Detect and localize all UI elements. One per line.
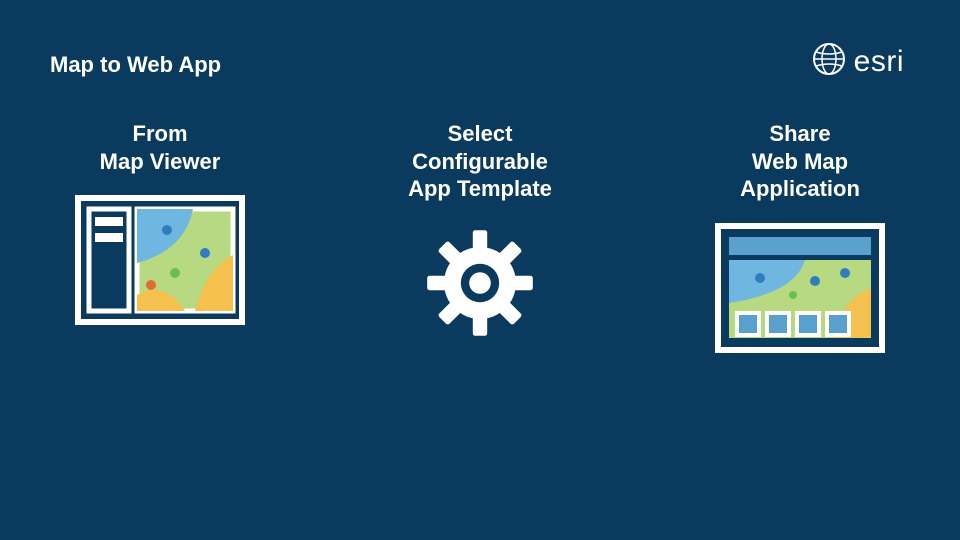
column-share-application: Share Web Map Application <box>650 120 950 358</box>
globe-icon <box>812 42 846 81</box>
web-app-icon <box>715 223 885 358</box>
slide: Map to Web App esri From Map Viewer <box>0 0 960 540</box>
column-title: Share Web Map Application <box>650 120 950 203</box>
slide-title: Map to Web App <box>50 52 221 78</box>
column-title: From Map Viewer <box>10 120 310 175</box>
brand-text: esri <box>854 45 904 79</box>
column-from-map-viewer: From Map Viewer <box>10 120 310 358</box>
brand-logo: esri <box>812 42 904 81</box>
workflow-columns: From Map Viewer <box>0 120 960 358</box>
column-select-template: Select Configurable App Template <box>330 120 630 358</box>
map-viewer-icon <box>75 195 245 330</box>
gear-icon <box>420 223 540 348</box>
column-title: Select Configurable App Template <box>330 120 630 203</box>
